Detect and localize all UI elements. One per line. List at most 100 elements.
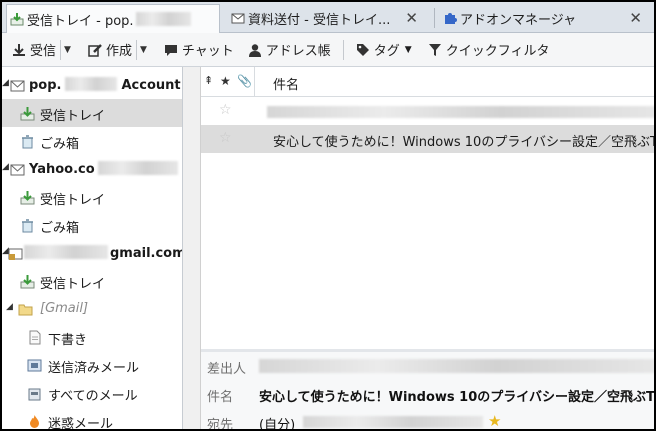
attachment-column-icon[interactable]: 📎 — [237, 74, 252, 88]
chat-button[interactable]: チャット — [160, 37, 238, 63]
to-label: 宛先 — [207, 418, 234, 431]
folder-label: 受信トレイ — [40, 277, 106, 292]
mail-toolbar: 受信 ▼ 作成 ▼ チャット アドレス帳 タグ ▼ クイックフィルタ — [2, 33, 654, 67]
close-icon[interactable]: ✕ — [629, 9, 642, 27]
to-row: 宛先 (自分) ★ — [201, 410, 654, 431]
locked-envelope-icon — [8, 248, 23, 260]
column-divider — [254, 67, 255, 97]
chevron-down-icon: ▼ — [404, 44, 412, 55]
write-label: 作成 — [105, 44, 132, 59]
write-dropdown[interactable]: ▼ — [135, 39, 150, 60]
envelope-icon — [10, 80, 25, 92]
tag-icon — [356, 43, 369, 56]
folder-label: すべてのメール — [48, 389, 138, 404]
redacted-text — [259, 359, 654, 373]
message-subject-value: 安心して使うために！Windows 10のプライバシー設定／空飛ぶTAX — [259, 390, 656, 405]
folder-drafts[interactable]: 下書き — [2, 323, 182, 351]
tab-label: 資料送付 - 受信トレイ... — [248, 13, 391, 28]
folder-spam[interactable]: 迷惑メール — [2, 407, 182, 431]
trash-icon — [22, 135, 33, 149]
folder-pane: ◢ pop. Account 受信トレイ ごみ箱 ◢ Yahoo.co 受信トレ… — [2, 67, 183, 431]
archive-icon — [28, 388, 41, 401]
trash-icon — [22, 219, 33, 233]
inbox-icon — [20, 275, 35, 289]
address-book-label: アドレス帳 — [265, 44, 331, 59]
tab-addons[interactable]: アドオンマネージャ ✕ — [440, 4, 648, 33]
folder-gmail[interactable]: ◢ [Gmail] — [2, 295, 182, 323]
account-name: Yahoo.co — [29, 161, 178, 177]
from-label: 差出人 — [207, 362, 247, 377]
star-icon[interactable]: ★ — [488, 412, 501, 429]
folder-label: 送信済みメール — [48, 361, 140, 376]
star-icon[interactable]: ☆ — [219, 130, 232, 146]
person-icon — [248, 43, 261, 57]
folder-sent[interactable]: 送信済みメール — [2, 351, 182, 379]
account-name: pop. Account — [29, 77, 181, 93]
expand-twisty-icon[interactable]: ◢ — [6, 302, 13, 312]
folder-all-mail[interactable]: すべてのメール — [2, 379, 182, 407]
address-book-button[interactable]: アドレス帳 — [244, 37, 335, 63]
close-icon[interactable]: ✕ — [405, 9, 418, 27]
quick-filter-button[interactable]: クイックフィルタ — [424, 37, 554, 63]
account-name: gmail.com — [24, 245, 182, 261]
star-icon[interactable]: ☆ — [219, 102, 232, 118]
redacted-text — [65, 77, 118, 91]
folder-label: [Gmail] — [40, 301, 89, 316]
folder-label: 受信トレイ — [40, 193, 106, 208]
subject-row: 件名 安心して使うために！Windows 10のプライバシー設定／空飛ぶTAX — [201, 382, 656, 406]
chat-label: チャット — [181, 44, 234, 59]
thunderbird-window: 受信トレイ - pop. 資料送付 - 受信トレイ... ✕ アドオンマネージャ… — [0, 0, 656, 431]
envelope-icon — [231, 13, 245, 24]
toolbar-separator — [342, 39, 344, 60]
inbox-icon — [20, 107, 35, 121]
expand-twisty-icon[interactable]: ◢ — [2, 162, 9, 172]
subject-column-header[interactable]: 件名 — [273, 74, 299, 93]
chevron-down-icon: ▼ — [139, 44, 147, 55]
folder-trash[interactable]: ごみ箱 — [2, 211, 182, 239]
message-row[interactable]: ☆ — [201, 97, 654, 125]
thread-column-icon[interactable]: ⇞ — [204, 74, 213, 87]
message-header-pane: 差出人 件名 安心して使うために！Windows 10のプライバシー設定／空飛ぶ… — [201, 352, 656, 431]
to-prefix: (自分) — [259, 418, 296, 431]
download-icon — [13, 43, 25, 56]
thread-header: ⇞ ★ 📎 件名 — [201, 67, 654, 97]
draft-document-icon — [29, 330, 41, 345]
account-pop[interactable]: ◢ pop. Account — [2, 71, 182, 99]
envelope-icon — [10, 164, 25, 176]
tab-divider — [434, 8, 435, 28]
star-column-icon[interactable]: ★ — [220, 74, 231, 88]
inbox-icon — [20, 191, 35, 205]
account-gmail[interactable]: ◢ gmail.com — [2, 239, 182, 267]
expand-twisty-icon[interactable]: ◢ — [2, 78, 9, 88]
folder-label: ごみ箱 — [40, 221, 80, 236]
filter-icon — [428, 43, 441, 56]
pencil-icon — [88, 43, 102, 57]
folder-pane-scrollbar[interactable] — [183, 67, 201, 429]
tag-button[interactable]: タグ ▼ — [352, 37, 416, 63]
chat-bubble-icon — [164, 44, 177, 56]
folder-inbox[interactable]: 受信トレイ — [2, 183, 182, 211]
message-subject: 安心して使うために！Windows 10のプライバシー設定／空飛ぶTAX — [273, 135, 656, 150]
redacted-text — [267, 106, 654, 118]
folder-label: ごみ箱 — [40, 137, 80, 152]
write-button[interactable]: 作成 — [84, 37, 136, 63]
get-mail-button[interactable]: 受信 — [8, 37, 60, 63]
folder-trash[interactable]: ごみ箱 — [2, 127, 182, 155]
get-mail-dropdown[interactable]: ▼ — [60, 39, 74, 60]
tag-label: タグ — [373, 44, 400, 59]
chevron-down-icon: ▼ — [64, 44, 71, 55]
message-row[interactable]: ☆ 安心して使うために！Windows 10のプライバシー設定／空飛ぶTAX — [201, 125, 656, 153]
folder-inbox[interactable]: 受信トレイ — [2, 99, 182, 127]
folder-label: 迷惑メール — [48, 417, 114, 431]
tab-message[interactable]: 資料送付 - 受信トレイ... ✕ — [228, 4, 424, 33]
sent-icon — [27, 359, 42, 372]
folder-icon — [18, 304, 33, 316]
tab-label: 受信トレイ - pop. — [27, 13, 134, 29]
account-yahoo[interactable]: ◢ Yahoo.co — [2, 155, 182, 183]
get-mail-label: 受信 — [30, 44, 57, 59]
subject-label: 件名 — [207, 390, 234, 405]
folder-inbox[interactable]: 受信トレイ — [2, 267, 182, 295]
folder-label: 下書き — [48, 333, 88, 348]
tab-inbox[interactable]: 受信トレイ - pop. — [6, 4, 220, 33]
flame-icon — [30, 415, 39, 428]
